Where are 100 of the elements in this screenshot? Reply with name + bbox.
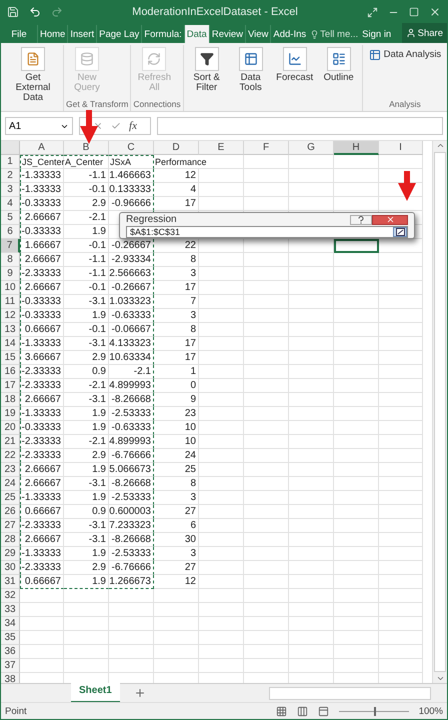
row-header[interactable]: 29 <box>1 547 20 561</box>
maximize-icon[interactable] <box>409 7 419 17</box>
name-box[interactable]: A1 <box>5 117 73 135</box>
row-header[interactable]: 22 <box>1 449 20 463</box>
table-cell: -6.76666 <box>109 561 154 575</box>
formula-field[interactable] <box>157 117 443 135</box>
row-header[interactable]: 26 <box>1 505 20 519</box>
vertical-scrollbar[interactable] <box>432 141 447 683</box>
close-button[interactable] <box>372 214 408 224</box>
ribbon-button[interactable]: Data Analysis <box>364 45 446 65</box>
row-header[interactable]: 11 <box>1 295 20 309</box>
table-cell <box>334 533 379 547</box>
row-header[interactable]: 2 <box>1 169 20 183</box>
row-header[interactable]: 20 <box>1 421 20 435</box>
column-header[interactable]: E <box>199 141 244 155</box>
page-break-icon[interactable] <box>318 706 329 716</box>
column-header[interactable]: I <box>379 141 423 155</box>
table-cell <box>199 491 244 505</box>
row-header[interactable]: 5 <box>1 211 20 225</box>
group-label: Get & Transform <box>66 99 128 111</box>
file-tab[interactable]: File <box>1 25 37 43</box>
column-header[interactable]: G <box>289 141 334 155</box>
table-cell <box>199 547 244 561</box>
ribbon-button[interactable]: Forecast <box>274 45 316 99</box>
scroll-down-icon[interactable] <box>436 674 444 683</box>
tell-me-field[interactable]: Tell me... <box>308 25 360 43</box>
row-header[interactable]: 16 <box>1 365 20 379</box>
row-header[interactable]: 36 <box>1 645 20 659</box>
row-header[interactable]: 35 <box>1 631 20 645</box>
table-cell <box>199 603 244 617</box>
row-header[interactable]: 4 <box>1 197 20 211</box>
row-header[interactable]: 1 <box>1 155 20 169</box>
help-button[interactable] <box>350 214 372 224</box>
table-cell: A_Center <box>64 155 109 169</box>
table-cell <box>379 365 423 379</box>
row-header[interactable]: 34 <box>1 617 20 631</box>
row-header[interactable]: 31 <box>1 575 20 589</box>
row-header[interactable]: 19 <box>1 407 20 421</box>
sheet-tab[interactable]: Sheet1 <box>71 683 120 703</box>
row-header[interactable]: 6 <box>1 225 20 239</box>
row-header[interactable]: 32 <box>1 589 20 603</box>
add-sheet-icon[interactable] <box>134 687 146 699</box>
range-field[interactable]: $A$1:$C$31 <box>126 226 408 238</box>
row-header[interactable]: 23 <box>1 463 20 477</box>
page-layout-icon[interactable] <box>296 706 308 716</box>
column-header[interactable]: C <box>109 141 154 155</box>
row-header[interactable]: 21 <box>1 435 20 449</box>
restore-icon[interactable] <box>367 6 378 18</box>
column-header[interactable]: F <box>244 141 289 155</box>
column-header[interactable]: H <box>334 141 379 155</box>
column-header[interactable]: D <box>154 141 199 155</box>
row-header[interactable]: 24 <box>1 477 20 491</box>
row-header[interactable]: 30 <box>1 561 20 575</box>
table-cell <box>289 183 334 197</box>
ribbon-button[interactable]: Data Tools <box>230 45 272 99</box>
table-cell: -0.33333 <box>20 421 64 435</box>
table-cell: 2.9 <box>64 197 109 211</box>
insert-function-button[interactable]: fx <box>129 120 137 132</box>
table-cell <box>199 631 244 645</box>
undo-icon[interactable] <box>29 6 41 18</box>
table-cell <box>289 281 334 295</box>
row-header[interactable]: 25 <box>1 491 20 505</box>
sign-in-link[interactable]: Sign in <box>360 25 394 43</box>
table-cell: 0.133333 <box>109 183 154 197</box>
ribbon-tab[interactable]: Data <box>184 25 209 43</box>
row-header[interactable]: 8 <box>1 253 20 267</box>
row-header[interactable]: 37 <box>1 659 20 673</box>
save-icon[interactable] <box>7 6 19 18</box>
grid-view-icon[interactable] <box>276 706 287 716</box>
row-header[interactable]: 27 <box>1 519 20 533</box>
close-icon[interactable] <box>429 6 441 18</box>
row-header[interactable]: 13 <box>1 323 20 337</box>
horizontal-scrollbar[interactable] <box>269 686 431 700</box>
row-header[interactable]: 7 <box>1 239 20 253</box>
row-header[interactable]: 15 <box>1 351 20 365</box>
ribbon-button[interactable]: Sort & Filter <box>186 45 228 99</box>
zoom-slider-thumb[interactable] <box>374 706 376 716</box>
ribbon-button[interactable]: Get External Data <box>5 45 61 103</box>
row-header[interactable]: 18 <box>1 393 20 407</box>
column-header[interactable]: A <box>20 141 64 155</box>
table-cell <box>289 253 334 267</box>
row-header[interactable]: 3 <box>1 183 20 197</box>
scroll-up-icon[interactable] <box>436 141 444 150</box>
table-cell <box>199 505 244 519</box>
row-header[interactable]: 17 <box>1 379 20 393</box>
expand-dialog-button[interactable] <box>393 227 407 237</box>
ribbon-button[interactable]: Outline <box>318 45 360 99</box>
row-header[interactable]: 10 <box>1 281 20 295</box>
table-cell <box>244 323 289 337</box>
column-header[interactable]: B <box>64 141 109 155</box>
row-header[interactable]: 38 <box>1 673 20 683</box>
row-header[interactable]: 9 <box>1 267 20 281</box>
row-header[interactable]: 33 <box>1 603 20 617</box>
share-button[interactable]: Share <box>402 23 447 43</box>
cancel-icon[interactable] <box>93 121 104 131</box>
check-icon[interactable] <box>111 121 122 131</box>
row-header[interactable]: 28 <box>1 533 20 547</box>
table-cell <box>334 603 379 617</box>
row-header[interactable]: 12 <box>1 309 20 323</box>
row-header[interactable]: 14 <box>1 337 20 351</box>
